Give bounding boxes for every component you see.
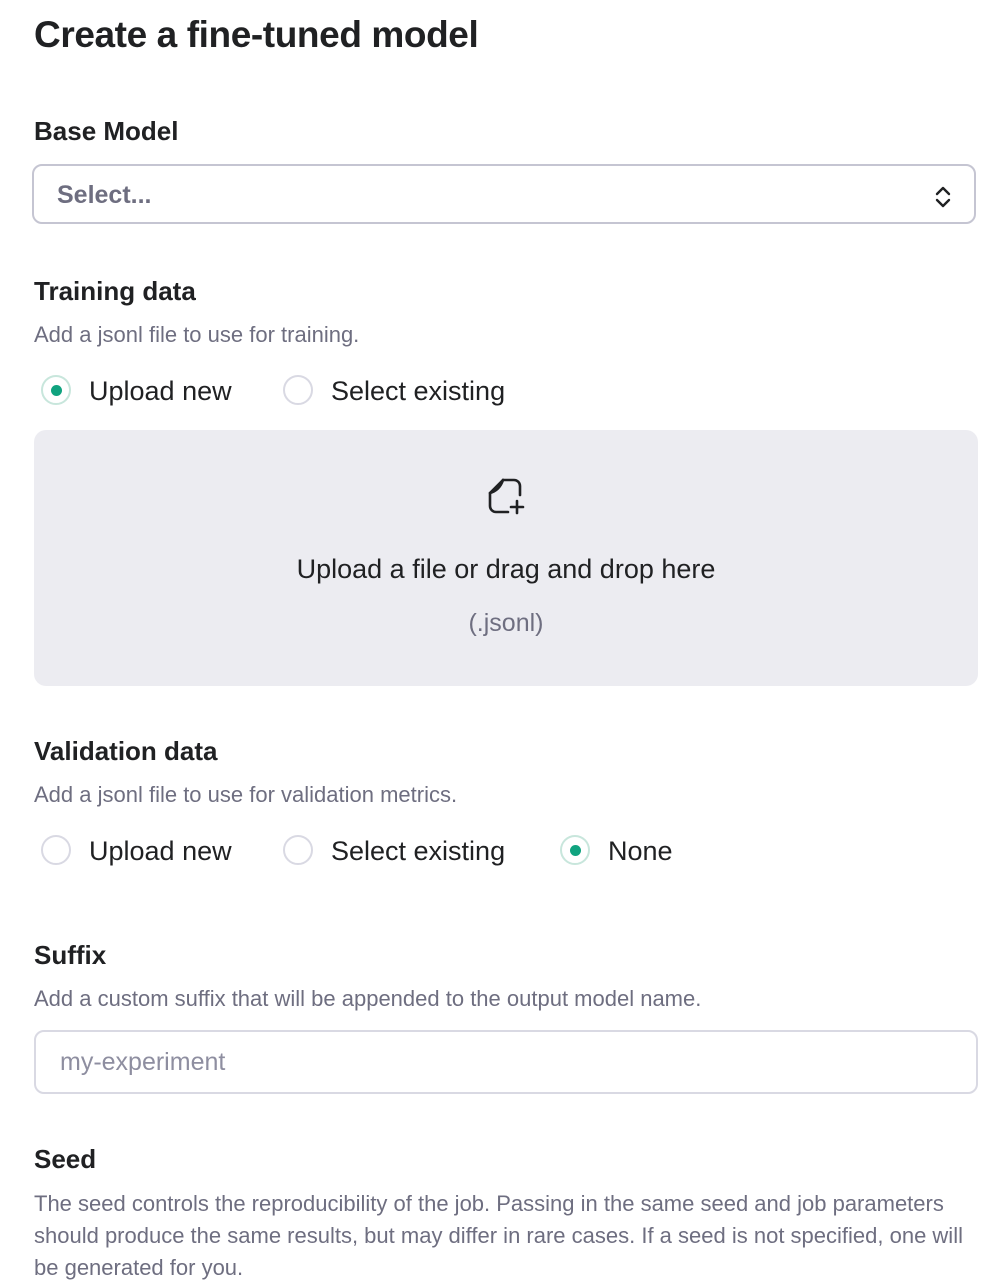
training-data-helper: Add a jsonl file to use for training. (34, 322, 360, 347)
training-file-dropzone[interactable]: Upload a file or drag and drop here (.js… (34, 430, 978, 686)
page-title: Create a fine-tuned model (34, 14, 479, 55)
training-radio-upload-new-label: Upload new (89, 376, 232, 406)
radio-circle-checked (41, 375, 71, 405)
suffix-helper: Add a custom suffix that will be appende… (34, 986, 702, 1011)
dropzone-file-type: (.jsonl) (468, 609, 544, 637)
dropzone-text: Upload a file or drag and drop here (296, 554, 716, 584)
training-radio-select-existing-label: Select existing (331, 376, 506, 406)
file-plus-icon (488, 478, 525, 515)
chevron-up-down-icon (935, 186, 951, 208)
suffix-heading: Suffix (34, 940, 107, 970)
training-data-heading: Training data (34, 276, 196, 306)
radio-circle-checked (560, 835, 590, 865)
validation-data-helper: Add a jsonl file to use for validation m… (34, 782, 458, 807)
validation-data-heading: Validation data (34, 736, 218, 766)
base-model-select-value: Select... (57, 181, 152, 209)
radio-circle (283, 375, 313, 405)
radio-dot (570, 845, 581, 856)
validation-radio-upload-new-label: Upload new (89, 836, 232, 866)
validation-radio-none-label: None (608, 836, 673, 866)
base-model-select[interactable]: Select... (32, 164, 976, 224)
radio-circle (283, 835, 313, 865)
suffix-input[interactable] (34, 1030, 978, 1094)
seed-heading: Seed (34, 1144, 97, 1174)
radio-circle (41, 835, 71, 865)
validation-radio-select-existing-label: Select existing (331, 836, 506, 866)
seed-description: The seed controls the reproducibility of… (34, 1191, 963, 1280)
base-model-heading: Base Model (34, 116, 179, 146)
radio-dot (51, 385, 62, 396)
